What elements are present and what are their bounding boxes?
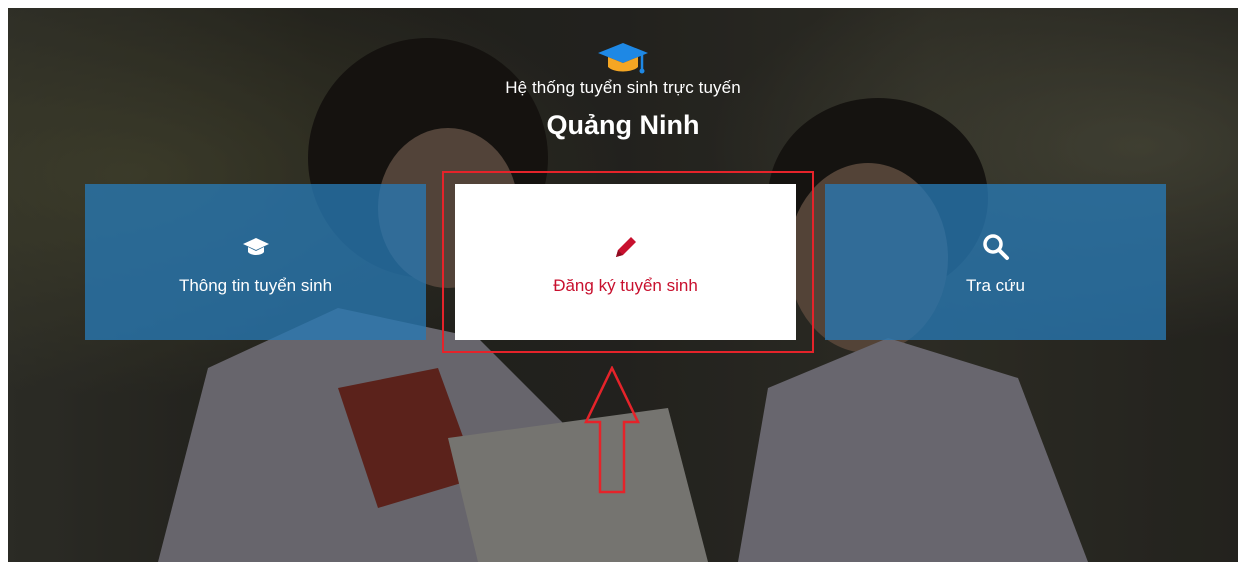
lookup-label: Tra cứu [966,276,1025,295]
admission-registration-tile[interactable]: Đăng ký tuyển sinh [455,184,796,340]
admission-info-label: Thông tin tuyển sinh [178,276,333,295]
lookup-tile[interactable]: Tra cứu [825,184,1166,340]
page-frame: Hệ thống tuyển sinh trực tuyến Quảng Nin… [8,8,1238,562]
site-title: Quảng Ninh [546,110,700,140]
admission-info-tile[interactable]: Thông tin tuyển sinh [85,184,426,340]
site-header: Hệ thống tuyển sinh trực tuyến Quảng Nin… [8,40,1238,141]
site-subtitle: Hệ thống tuyển sinh trực tuyến [505,78,741,97]
search-icon [982,234,1009,260]
graduation-cap-icon [598,43,648,74]
pencil-icon [615,237,636,257]
graduation-cap-icon [242,238,269,255]
admission-registration-label: Đăng ký tuyển sinh [553,276,698,295]
